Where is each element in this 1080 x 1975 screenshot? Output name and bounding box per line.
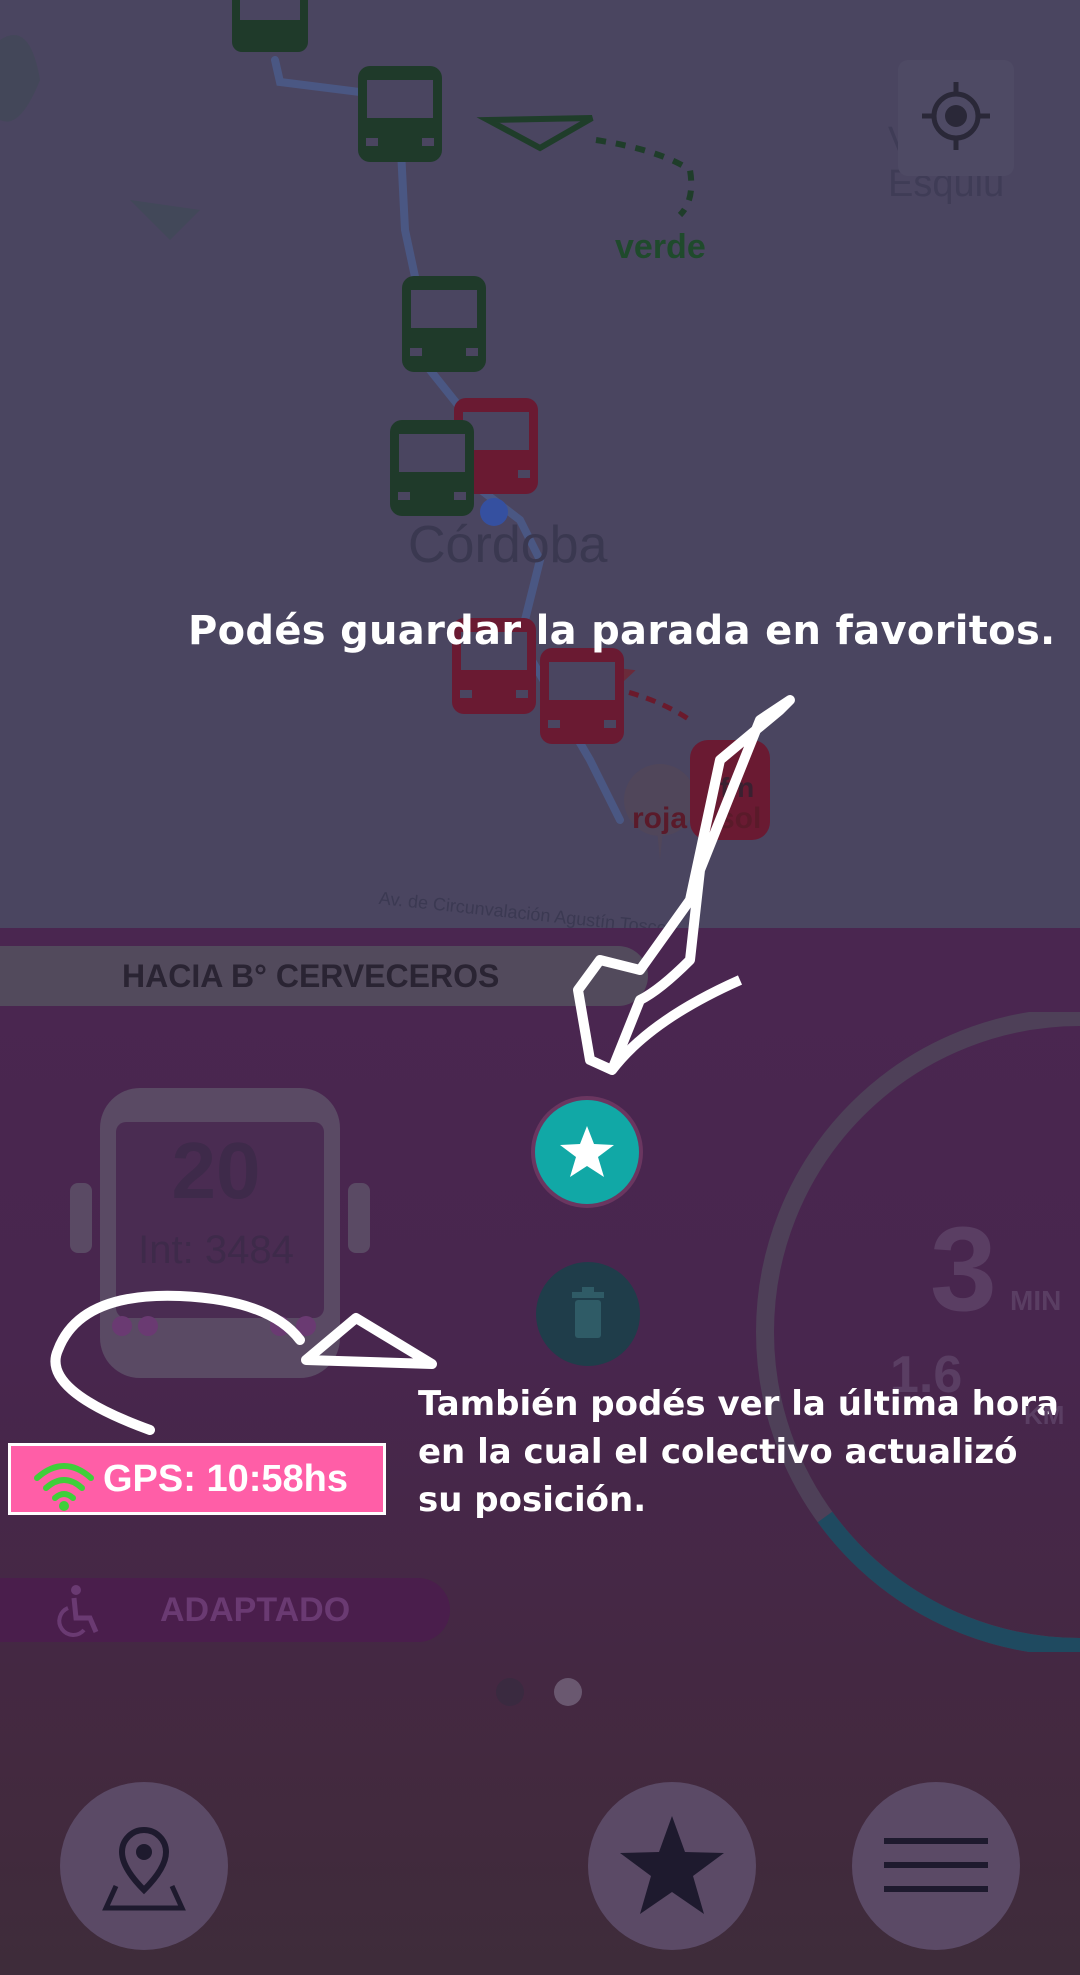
tutorial-tip-gps-line: en la cual el colectivo actualizó — [418, 1432, 1018, 1472]
eta-distance-unit: KM — [1024, 1400, 1065, 1430]
tutorial-arrows — [50, 695, 795, 1435]
tutorial-tip-gps-line: su posición. — [418, 1480, 647, 1520]
tutorial-tip-gps-line: También podés ver la última hora — [418, 1384, 1059, 1424]
tutorial-tip-gps: También podés ver la última hora en la c… — [418, 1380, 1078, 1524]
arrow-to-gps-text-icon — [50, 1290, 305, 1435]
